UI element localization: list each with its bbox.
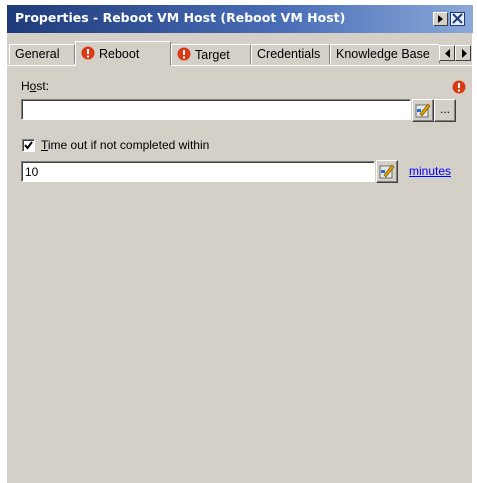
host-warning-icon bbox=[452, 80, 466, 97]
arrow-right-icon bbox=[462, 49, 467, 58]
warning-icon bbox=[81, 46, 95, 63]
tab-strip: General Reboot Target Credentials Knowle… bbox=[7, 41, 473, 66]
tab-general[interactable]: General bbox=[9, 44, 75, 64]
edit-variable-icon bbox=[415, 103, 431, 118]
units-link[interactable]: minutes bbox=[409, 164, 451, 178]
arrow-right-icon bbox=[438, 15, 443, 23]
timeout-checkbox[interactable] bbox=[22, 139, 35, 152]
tab-label: Reboot bbox=[99, 47, 140, 61]
timeout-input[interactable]: 10 bbox=[21, 161, 375, 182]
tab-scroll-left-button[interactable] bbox=[439, 45, 455, 61]
warning-icon bbox=[177, 47, 191, 64]
pin-button[interactable] bbox=[433, 12, 448, 26]
host-label: Host: bbox=[21, 79, 50, 93]
tab-credentials[interactable]: Credentials bbox=[251, 44, 330, 64]
checkmark-icon bbox=[24, 141, 33, 150]
arrow-left-icon bbox=[445, 49, 450, 58]
tab-label: General bbox=[15, 47, 60, 61]
host-input[interactable] bbox=[21, 99, 411, 120]
timeout-label: Time out if not completed within bbox=[41, 138, 210, 152]
tab-label: Credentials bbox=[257, 47, 321, 61]
title-bar: Properties - Reboot VM Host (Reboot VM H… bbox=[7, 5, 473, 33]
tab-reboot[interactable]: Reboot bbox=[75, 41, 171, 66]
properties-dialog: Properties - Reboot VM Host (Reboot VM H… bbox=[6, 5, 473, 483]
host-browse-button[interactable]: ... bbox=[434, 99, 456, 122]
timeout-variable-button[interactable] bbox=[376, 160, 398, 183]
close-button[interactable] bbox=[450, 12, 465, 26]
tab-label: Target bbox=[195, 48, 230, 62]
host-variable-button[interactable] bbox=[412, 99, 434, 122]
tab-scroll-right-button[interactable] bbox=[455, 45, 471, 61]
tab-label: Knowledge Base bbox=[336, 47, 430, 61]
tab-knowledge-base[interactable]: Knowledge Base bbox=[330, 44, 440, 64]
window-title: Properties - Reboot VM Host (Reboot VM H… bbox=[15, 10, 346, 25]
tab-target[interactable]: Target bbox=[171, 44, 251, 64]
edit-variable-icon bbox=[379, 164, 395, 179]
close-icon bbox=[452, 13, 463, 24]
